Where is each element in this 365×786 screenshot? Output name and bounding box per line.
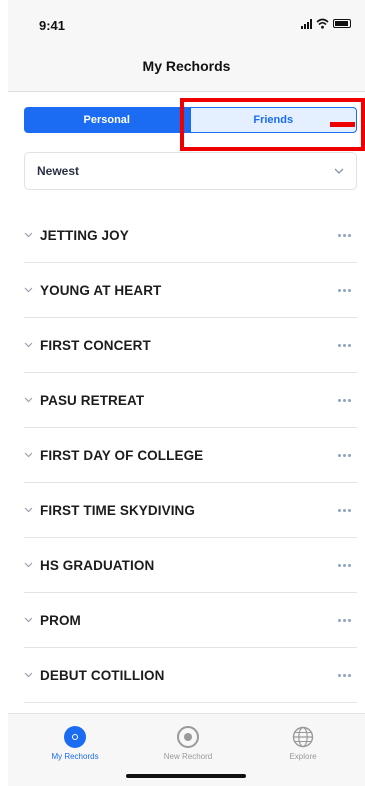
list-item-label: DEBUT COTILLION <box>40 667 165 683</box>
header-bar: 9:41 My Rechords <box>8 0 365 92</box>
globe-icon <box>292 726 314 748</box>
list-item[interactable]: FIRST TIME SKYDIVING <box>24 483 357 538</box>
more-options-icon[interactable] <box>338 508 351 512</box>
list-item[interactable]: JETTING JOY <box>24 208 357 263</box>
more-options-icon[interactable] <box>338 398 351 402</box>
tab-label: New Rechord <box>163 752 213 761</box>
list-item[interactable]: DEBUT COTILLION <box>24 648 357 703</box>
my-rechords-icon <box>64 726 86 748</box>
list-item-label: PROM <box>40 612 81 628</box>
chevron-down-icon[interactable] <box>24 287 33 293</box>
status-time: 9:41 <box>39 18 66 33</box>
chevron-down-icon[interactable] <box>24 672 33 678</box>
battery-icon <box>333 19 351 28</box>
chevron-down-icon[interactable] <box>24 562 33 568</box>
list-item[interactable]: PROM <box>24 593 357 648</box>
highlight-marker <box>330 122 355 127</box>
chevron-down-icon <box>334 168 344 174</box>
signal-icon <box>301 18 312 29</box>
list-item-label: FIRST CONCERT <box>40 337 151 353</box>
more-options-icon[interactable] <box>338 233 351 237</box>
list-item[interactable]: PASU RETREAT <box>24 373 357 428</box>
sort-dropdown[interactable]: Newest <box>24 152 357 190</box>
tab-my-rechords[interactable]: My Rechords <box>30 726 120 761</box>
status-icons <box>301 18 351 29</box>
rechords-list: JETTING JOY YOUNG AT HEART FIRST CONCERT… <box>24 208 357 703</box>
list-item[interactable]: HS GRADUATION <box>24 538 357 593</box>
chevron-down-icon[interactable] <box>24 452 33 458</box>
more-options-icon[interactable] <box>338 343 351 347</box>
app-screen: 9:41 My Rechords Personal Friends Newest <box>0 0 365 786</box>
list-item-label: FIRST TIME SKYDIVING <box>40 502 196 518</box>
more-options-icon[interactable] <box>338 673 351 677</box>
tab-label: Explore <box>289 752 317 761</box>
home-indicator <box>126 774 246 778</box>
list-item[interactable]: FIRST DAY OF COLLEGE <box>24 428 357 483</box>
more-options-icon[interactable] <box>338 563 351 567</box>
wifi-icon <box>316 18 329 29</box>
list-item-label: YOUNG AT HEART <box>40 282 162 298</box>
list-item-label: FIRST DAY OF COLLEGE <box>40 447 204 463</box>
list-item-label: PASU RETREAT <box>40 392 145 408</box>
page-title: My Rechords <box>142 58 231 74</box>
tab-label: My Rechords <box>51 752 99 761</box>
tab-explore[interactable]: Explore <box>258 726 348 761</box>
more-options-icon[interactable] <box>338 288 351 292</box>
list-item[interactable]: FIRST CONCERT <box>24 318 357 373</box>
record-icon <box>177 726 199 748</box>
chevron-down-icon[interactable] <box>24 507 33 513</box>
more-options-icon[interactable] <box>338 618 351 622</box>
chevron-down-icon[interactable] <box>24 397 33 403</box>
tab-personal[interactable]: Personal <box>24 107 190 133</box>
chevron-down-icon[interactable] <box>24 342 33 348</box>
sort-selected-value: Newest <box>37 164 80 178</box>
list-item[interactable]: YOUNG AT HEART <box>24 263 357 318</box>
chevron-down-icon[interactable] <box>24 617 33 623</box>
list-item-label: JETTING JOY <box>40 227 129 243</box>
chevron-down-icon[interactable] <box>24 232 33 238</box>
list-item-label: HS GRADUATION <box>40 557 155 573</box>
tab-new-rechord[interactable]: New Rechord <box>143 726 233 761</box>
bottom-tab-bar: My Rechords New Rechord Explore <box>8 713 365 786</box>
more-options-icon[interactable] <box>338 453 351 457</box>
